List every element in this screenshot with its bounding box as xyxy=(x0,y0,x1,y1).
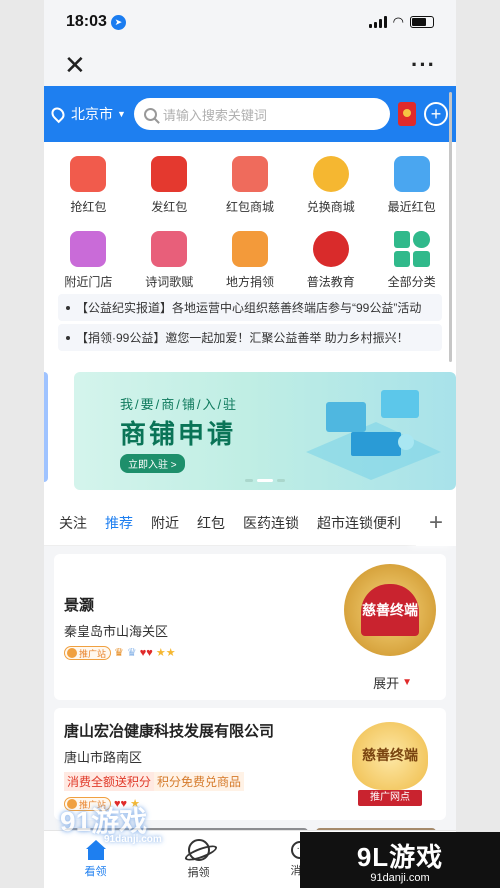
crown-icon: ♛ xyxy=(114,646,124,659)
feature-label: 附近门店 xyxy=(64,275,113,289)
search-input[interactable]: 请输入搜索关键词 xyxy=(133,98,390,130)
redeem-tag: 积分免费兑商品 xyxy=(154,772,245,791)
banner-title: 商铺申请 xyxy=(120,419,237,449)
tab-recommend[interactable]: 推荐 xyxy=(96,513,142,533)
more-icon[interactable]: ··· xyxy=(411,52,436,78)
emblem-icon xyxy=(312,231,349,267)
watermark-left: 91游戏 91danji.com xyxy=(60,806,162,845)
nav-label: 捐领 xyxy=(187,867,210,879)
mini-app-topbar: ✕ ··· xyxy=(44,44,456,86)
feature-label: 全部分类 xyxy=(387,275,436,289)
location-arrow-icon: ➤ xyxy=(110,14,126,30)
star-icon: ★★ xyxy=(155,646,176,659)
city-label: 北京市 xyxy=(71,106,113,122)
notice-text: 【公益纪实报道】各地运营中心组织慈善终端店参与“99公益”活动 xyxy=(76,301,422,315)
feature-label: 抢红包 xyxy=(70,200,107,214)
banner-section: 我/要/商/铺/入/驻 商铺申请 立即入驻 > xyxy=(44,360,456,500)
carousel-dots xyxy=(245,479,285,482)
feature-label: 地方捐领 xyxy=(225,275,274,289)
coins-icon xyxy=(312,156,349,192)
feature-item[interactable]: 最近红包 xyxy=(371,156,452,215)
close-icon[interactable]: ✕ xyxy=(64,52,86,78)
location-pin-icon xyxy=(48,104,68,124)
banner-subtitle: 我/要/商/铺/入/驻 xyxy=(120,397,239,412)
feature-item[interactable]: 兑换商城 xyxy=(290,156,371,215)
tab-redpacket[interactable]: 红包 xyxy=(188,513,234,533)
tab-pharmacy[interactable]: 医药连锁 xyxy=(234,513,308,533)
silver-crown-icon: ♛ xyxy=(126,646,137,659)
charity-terminal-medal: 慈善终端 推广网点 xyxy=(352,722,428,806)
lotus-icon xyxy=(151,231,188,267)
grab-redpacket-icon xyxy=(70,156,107,192)
feature-label: 兑换商城 xyxy=(306,200,355,214)
caret-down-icon: ▼ xyxy=(117,109,126,119)
shopping-bag-icon xyxy=(231,156,268,192)
notice-text: 【捐领·99公益】邀您一起加爱！汇聚公益善举 助力乡村振兴！ xyxy=(76,331,409,345)
feature-item[interactable]: 地方捐领 xyxy=(210,231,291,290)
feature-label: 红包商城 xyxy=(225,200,274,214)
watermark-right: 9L游戏 91danji.com xyxy=(300,832,500,888)
tab-follow[interactable]: 关注 xyxy=(50,513,96,533)
store-icon xyxy=(70,231,107,267)
signal-icon xyxy=(368,16,387,28)
notice-item[interactable]: 【捐领·99公益】邀您一起加爱！汇聚公益善举 助力乡村振兴！ xyxy=(58,324,442,351)
status-icons: ◠ xyxy=(368,14,434,30)
promo-station-badge: 推广站 xyxy=(64,646,112,660)
status-time: 18:03 ➤ xyxy=(66,13,126,31)
feature-label: 诗词歌赋 xyxy=(145,275,194,289)
category-tabs: 关注 推荐 附近 红包 医药连锁 超市连锁便利 + xyxy=(44,500,456,546)
medal-text: 慈善终端 xyxy=(352,722,428,790)
feature-item[interactable]: 抢红包 xyxy=(48,156,129,215)
expand-button[interactable]: 展开 ▼ xyxy=(373,673,412,692)
send-redpacket-icon xyxy=(151,156,188,192)
feature-grid: 抢红包 发红包 红包商城 兑换商城 最近红包附近门店 诗词歌赋 地方捐领 普法教育 全部分类 xyxy=(48,156,452,290)
status-bar: 18:03 ➤ ◠ xyxy=(44,0,456,44)
medal-ribbon: 推广网点 xyxy=(358,790,422,806)
chevron-down-icon: ▼ xyxy=(402,677,412,688)
charity-terminal-seal: 慈善终端 xyxy=(344,564,436,656)
shop-apply-banner[interactable]: 我/要/商/铺/入/驻 商铺申请 立即入驻 > xyxy=(74,372,456,490)
location-pin-icon xyxy=(393,156,430,192)
feature-item[interactable]: 全部分类 xyxy=(371,231,452,290)
all-categories-icon xyxy=(393,231,430,267)
hand-building-icon xyxy=(231,231,268,267)
add-tab-icon[interactable]: + xyxy=(416,500,456,546)
add-icon[interactable]: + xyxy=(424,102,448,126)
feature-grid-card: 抢红包 发红包 红包商城 兑换商城 最近红包附近门店 诗词歌赋 地方捐领 普法教育 全部分类 【… xyxy=(44,142,456,360)
feature-label: 最近红包 xyxy=(387,200,436,214)
city-selector[interactable]: 北京市 ▼ xyxy=(48,104,126,124)
clock: 18:03 xyxy=(66,13,107,30)
previous-banner-peek xyxy=(44,372,48,482)
search-icon xyxy=(143,107,157,121)
phone-screen: 18:03 ➤ ◠ ✕ ··· 北京市 ▼ 请输入搜索关键词 + 抢红包 发红包红… xyxy=(44,0,456,888)
banner-illustration xyxy=(306,390,441,480)
search-placeholder: 请输入搜索关键词 xyxy=(162,107,267,123)
feature-item[interactable]: 红包商城 xyxy=(210,156,291,215)
feature-item[interactable]: 诗词歌赋 xyxy=(129,231,210,290)
nav-label: 看领 xyxy=(84,866,107,878)
heart-icon: ♥♥ xyxy=(139,646,153,659)
feature-label: 普法教育 xyxy=(306,275,355,289)
tab-nearby[interactable]: 附近 xyxy=(142,513,188,533)
battery-icon xyxy=(410,16,434,28)
seal-text: 慈善终端 xyxy=(361,584,419,636)
shop-card[interactable]: 景灏 秦皇岛市山海关区 推广站 ♛ ♛ ♥♥ ★★ 慈善终端 展开 ▼ xyxy=(54,554,446,700)
feature-label: 发红包 xyxy=(151,200,188,214)
search-header: 北京市 ▼ 请输入搜索关键词 + xyxy=(44,86,456,142)
wifi-icon: ◠ xyxy=(392,14,404,29)
points-tag: 消费全额送积分 xyxy=(64,772,155,791)
redpacket-icon[interactable] xyxy=(398,102,416,126)
feature-item[interactable]: 普法教育 xyxy=(290,231,371,290)
feature-item[interactable]: 附近门店 xyxy=(48,231,129,290)
notice-item[interactable]: 【公益纪实报道】各地运营中心组织慈善终端店参与“99公益”活动 xyxy=(58,294,442,321)
scrollbar[interactable] xyxy=(449,92,452,362)
notice-list: 【公益纪实报道】各地运营中心组织慈善终端店参与“99公益”活动 【捐领·99公益… xyxy=(58,294,442,351)
feature-item[interactable]: 发红包 xyxy=(129,156,210,215)
banner-join-button[interactable]: 立即入驻 > xyxy=(120,454,185,473)
tab-supermarket[interactable]: 超市连锁便利 xyxy=(308,513,410,533)
